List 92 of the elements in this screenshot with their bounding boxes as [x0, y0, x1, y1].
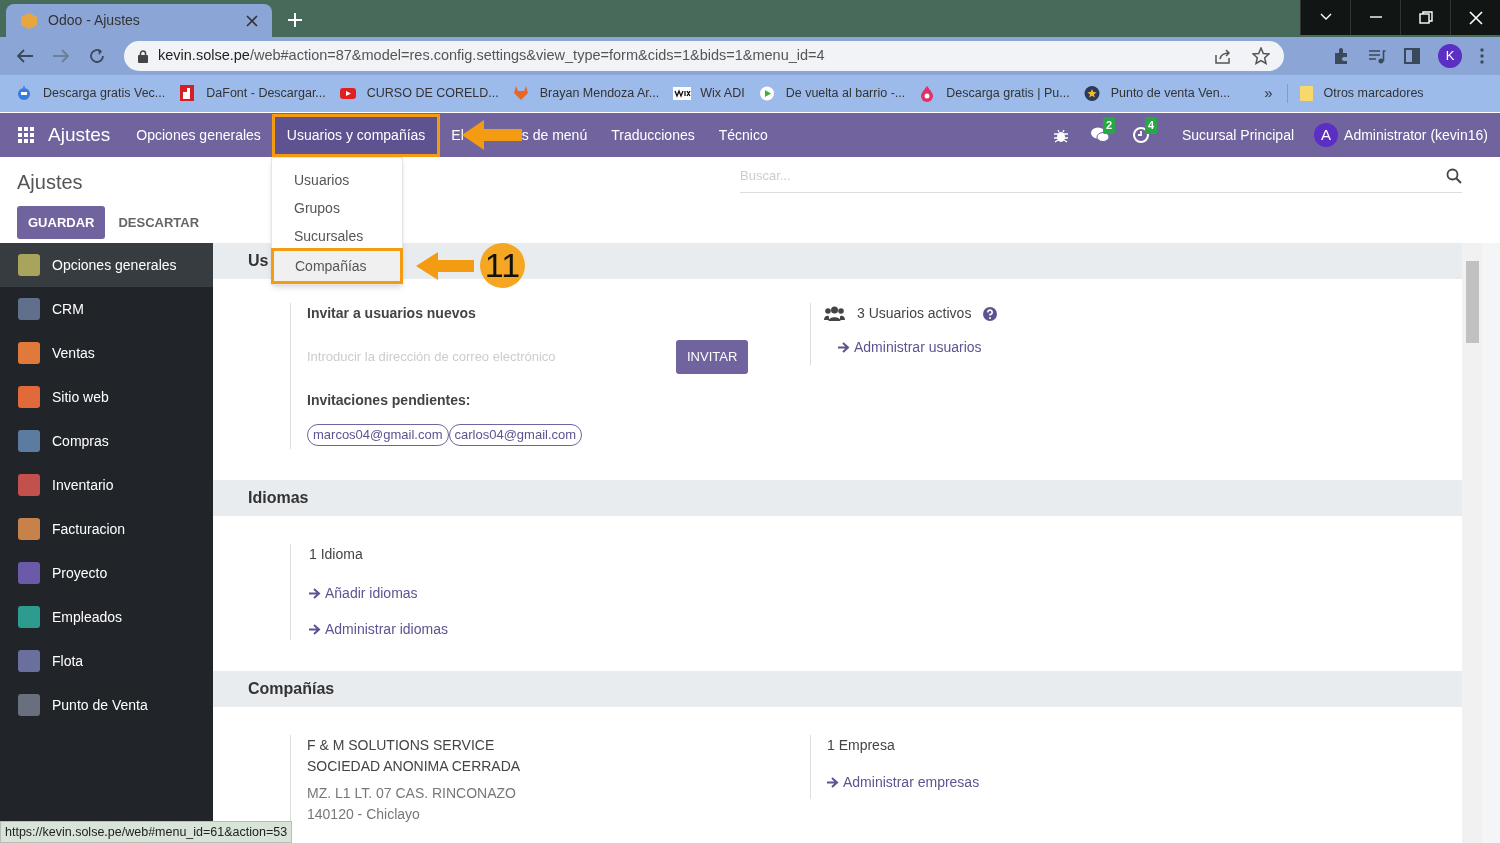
odoo-tab-icon: [20, 11, 38, 30]
nav-menu-item[interactable]: Técnico: [706, 116, 780, 154]
share-icon[interactable]: [1214, 48, 1232, 64]
bookmark-link[interactable]: De vuelta al barrio -...: [785, 84, 906, 103]
side-panel-icon[interactable]: [1404, 48, 1420, 64]
arrow-right-icon: [309, 588, 321, 599]
field-label: Invitaciones pendientes:: [307, 391, 472, 410]
app-title: Ajustes: [48, 122, 111, 147]
sidebar-item[interactable]: Punto de Venta: [0, 683, 213, 727]
nav-menu-item[interactable]: Opciones generales: [124, 116, 273, 154]
bookmark-link[interactable]: CURSO DE CORELD...: [366, 84, 499, 103]
profile-avatar[interactable]: K: [1438, 44, 1462, 68]
language-count: 1 Idioma: [309, 545, 364, 564]
save-button[interactable]: GUARDAR: [17, 206, 106, 239]
more-menu-icon[interactable]: [1480, 48, 1484, 64]
wordmark-icon: [673, 85, 692, 102]
folder-icon: [1299, 85, 1314, 102]
arrow-right-icon: [838, 342, 850, 353]
sidebar-item[interactable]: Compras: [0, 419, 213, 463]
sidebar-item[interactable]: Opciones generales: [0, 243, 213, 287]
media-queue-icon[interactable]: [1368, 48, 1386, 64]
field-label: Invitar a usuarios nuevos: [307, 304, 477, 323]
nav-menu-item[interactable]: El: [439, 116, 464, 154]
action-link[interactable]: Administrar empresas: [827, 772, 980, 793]
company-name: F & M SOLUTIONS SERVICE: [307, 736, 496, 755]
address-bar[interactable]: kevin.solse.pe/web#action=87&model=res.config.settings&view_type=form&cids=1&bids=1&menu_id=4: [124, 41, 1284, 71]
page-title: Ajustes: [17, 170, 83, 195]
new-tab-icon[interactable]: [288, 13, 302, 27]
company-address: 140120 - Chiclayo: [307, 805, 421, 824]
lock-icon: [138, 49, 148, 63]
section-title: Us: [248, 251, 269, 271]
sidebar-item[interactable]: CRM: [0, 287, 213, 331]
search-icon: [1446, 168, 1462, 184]
bookmark-link[interactable]: Descarga gratis | Pu...: [946, 84, 1070, 103]
bookmark-folder[interactable]: Otros marcadores: [1323, 84, 1424, 103]
nav-menu-item[interactable]: Usuarios y compañías: [274, 116, 438, 154]
dropdown-item[interactable]: Compañías: [273, 250, 401, 282]
sidebar-item[interactable]: Flota: [0, 639, 213, 683]
bug-icon[interactable]: [1054, 127, 1068, 143]
annotation-arrow-icon: [461, 119, 522, 151]
invite-button[interactable]: INVITAR: [676, 340, 749, 374]
reload-icon[interactable]: [88, 47, 106, 65]
help-icon[interactable]: [983, 306, 998, 321]
sidebar-item[interactable]: Inventario: [0, 463, 213, 507]
browser-tab[interactable]: Odoo - Ajustes: [6, 4, 272, 37]
fox-head-icon: [512, 85, 531, 102]
sidebar-item[interactable]: Empleados: [0, 595, 213, 639]
dropdown-item[interactable]: Usuarios: [272, 166, 402, 194]
company-address: MZ. L1 LT. 07 CAS. RINCONAZO: [307, 784, 517, 803]
sidebar-item[interactable]: Proyecto: [0, 551, 213, 595]
company-switcher[interactable]: Sucursal Principal: [1182, 124, 1295, 146]
section-title: Compañías: [248, 679, 335, 699]
arrow-right-icon: [827, 777, 839, 788]
sidebar-item[interactable]: Sitio web: [0, 375, 213, 419]
count-badge: 4: [1145, 117, 1158, 134]
bookmark-link[interactable]: Wix ADI: [700, 84, 745, 103]
restore-icon[interactable]: [1418, 10, 1433, 25]
annotation-arrow-icon: [416, 250, 474, 281]
discard-button[interactable]: DESCARTAR: [107, 206, 211, 239]
bookmark-link[interactable]: Brayan Mendoza Ar...: [539, 84, 660, 103]
company-name: SOCIEDAD ANONIMA CERRADA: [307, 757, 522, 776]
star-badge-icon: [1083, 85, 1102, 102]
company-count: 1 Empresa: [827, 736, 896, 755]
play-button-icon: [339, 85, 358, 102]
app-grid-icon[interactable]: [18, 127, 34, 143]
scrollbar[interactable]: [1462, 243, 1482, 843]
url-text: kevin.solse.pe/web#action=87&model=res.config.settings&view_type=form&cids=1&bids=1&menu_id=4: [158, 46, 826, 66]
back-icon[interactable]: [16, 48, 34, 64]
puzzle-icon[interactable]: [1332, 47, 1350, 65]
action-link[interactable]: Añadir idiomas: [309, 583, 690, 604]
action-link[interactable]: Administrar idiomas: [309, 619, 690, 640]
bookmark-link[interactable]: DaFont - Descargar...: [206, 84, 326, 103]
dropdown-item[interactable]: Grupos: [272, 194, 402, 222]
active-users-count: 3 Usuarios activos: [857, 304, 972, 323]
nav-menu-item[interactable]: s de menú: [521, 124, 600, 146]
status-url: https://kevin.solse.pe/web#menu_id=61&action=53: [0, 821, 293, 843]
count-badge: 2: [1103, 117, 1116, 134]
sidebar-item[interactable]: Ventas: [0, 331, 213, 375]
bookmark-link[interactable]: Punto de venta Ven...: [1110, 84, 1231, 103]
play-icon: [758, 85, 777, 102]
nav-menu-item[interactable]: Traducciones: [599, 116, 707, 154]
action-link[interactable]: Administrar usuarios: [838, 337, 998, 358]
arrow-right-icon: [309, 624, 321, 635]
user-menu[interactable]: Administrator (kevin16): [1344, 124, 1488, 146]
sidebar-item[interactable]: Facturacion: [0, 507, 213, 551]
user-avatar[interactable]: A: [1314, 123, 1339, 147]
users-icon: [824, 305, 845, 322]
bookmark-link[interactable]: Descarga gratis Vec...: [43, 84, 166, 103]
more-bookmarks-button[interactable]: »: [1264, 82, 1273, 105]
dropdown-item[interactable]: Sucursales: [272, 222, 402, 250]
star-icon[interactable]: [1252, 47, 1270, 65]
section-title: Idiomas: [248, 488, 309, 508]
